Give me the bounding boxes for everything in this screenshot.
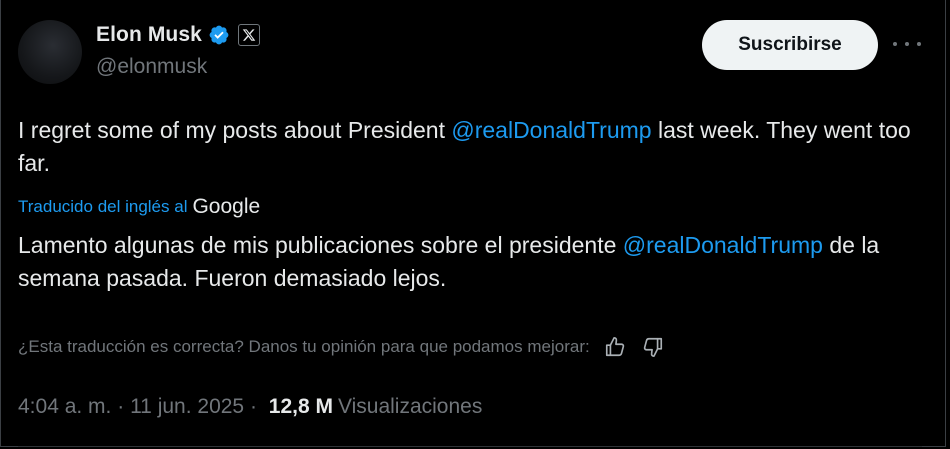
views-label: Visualizaciones	[337, 395, 483, 418]
author-name-row: Elon Musk	[96, 22, 260, 48]
tweet-meta: 4:04 a. m. · 11 jun. 2025 · 12,8 M Visua…	[18, 393, 482, 421]
google-logo: Google	[192, 195, 261, 218]
translated-from-label[interactable]: Traducido del inglés al	[18, 197, 187, 217]
thumbs-up-icon[interactable]	[602, 334, 628, 360]
dot	[917, 42, 921, 46]
feedback-prompt: ¿Esta traducción es correcta? Danos tu o…	[18, 337, 590, 356]
mention-link[interactable]: @realDonaldTrump	[451, 117, 651, 143]
meta-separator: ·	[244, 395, 263, 418]
dot	[905, 42, 909, 46]
verified-badge-icon[interactable]	[208, 24, 230, 46]
author-name[interactable]: Elon Musk	[96, 23, 202, 47]
translation-feedback: ¿Esta traducción es correcta? Danos tu o…	[18, 334, 666, 360]
avatar[interactable]	[18, 20, 82, 84]
tweet-text: I regret some of my posts about Presiden…	[18, 114, 938, 180]
more-options-icon[interactable]	[893, 34, 921, 54]
tweet-date[interactable]: 11 jun. 2025	[130, 395, 244, 419]
translated-text-part: Lamento algunas de mis publicaciones sob…	[18, 232, 623, 258]
x-logo-icon[interactable]	[237, 24, 260, 46]
mention-link[interactable]: @realDonaldTrump	[623, 232, 823, 258]
thumbs-down-icon[interactable]	[640, 334, 666, 360]
author-handle[interactable]: @elonmusk	[96, 55, 207, 79]
subscribe-button[interactable]: Suscribirse	[702, 20, 878, 70]
translated-text: Lamento algunas de mis publicaciones sob…	[18, 229, 938, 295]
dot	[893, 42, 897, 46]
translation-attribution: Traducido del inglés al Google	[18, 194, 260, 220]
tweet-text-part: I regret some of my posts about Presiden…	[18, 117, 452, 143]
divider	[18, 446, 922, 447]
views-count: 12,8 M	[268, 395, 333, 418]
meta-separator: ·	[111, 395, 131, 418]
tweet-time[interactable]: 4:04 a. m.	[18, 395, 111, 419]
